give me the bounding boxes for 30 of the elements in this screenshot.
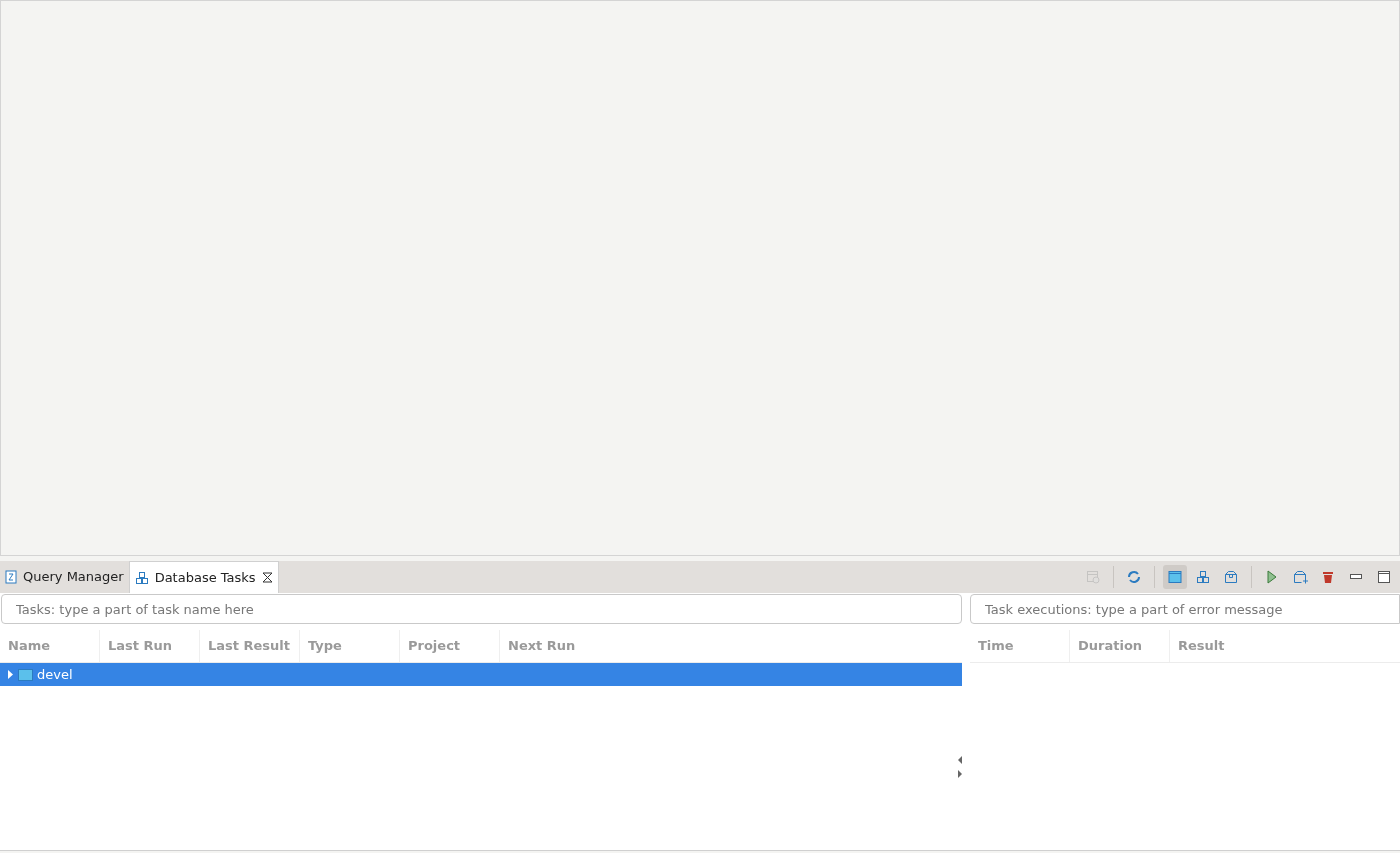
column-header[interactable]: Time — [970, 630, 1070, 662]
execution-filter-field[interactable]: Task executions: type a part of error message — [970, 594, 1400, 624]
column-header[interactable]: Last Result — [200, 630, 300, 662]
refresh-icon — [1127, 570, 1141, 584]
sash-arrows-icon[interactable] — [958, 756, 963, 780]
column-header[interactable]: Last Run — [100, 630, 200, 662]
play-icon — [1266, 570, 1278, 584]
tree-row[interactable]: devel — [0, 663, 963, 686]
column-header[interactable]: Duration — [1070, 630, 1170, 662]
window-icon — [1168, 570, 1182, 584]
boxes-icon — [1196, 570, 1210, 584]
trash-icon — [1322, 570, 1334, 584]
calendar-clock-icon — [1086, 570, 1100, 584]
box-icon — [1224, 570, 1238, 584]
task-filter-field[interactable]: Tasks: type a part of task name here — [1, 594, 963, 624]
folder-icon — [18, 668, 33, 681]
view-tab[interactable]: Query Manager — [0, 561, 129, 593]
document-icon — [5, 570, 17, 584]
maximize-icon — [1378, 571, 1390, 583]
close-icon[interactable] — [261, 572, 273, 583]
column-header[interactable]: Name — [0, 630, 100, 662]
column-header[interactable]: Type — [300, 630, 400, 662]
box-plus-icon — [1292, 569, 1308, 585]
minimize-icon — [1350, 574, 1362, 580]
column-header[interactable]: Project — [400, 630, 500, 662]
boxes-icon — [134, 570, 149, 585]
column-header[interactable]: Result — [1170, 630, 1400, 662]
expand-arrow-icon[interactable] — [6, 670, 14, 679]
view-tab[interactable]: Database Tasks — [128, 561, 279, 593]
column-header[interactable]: Next Run — [500, 630, 963, 662]
